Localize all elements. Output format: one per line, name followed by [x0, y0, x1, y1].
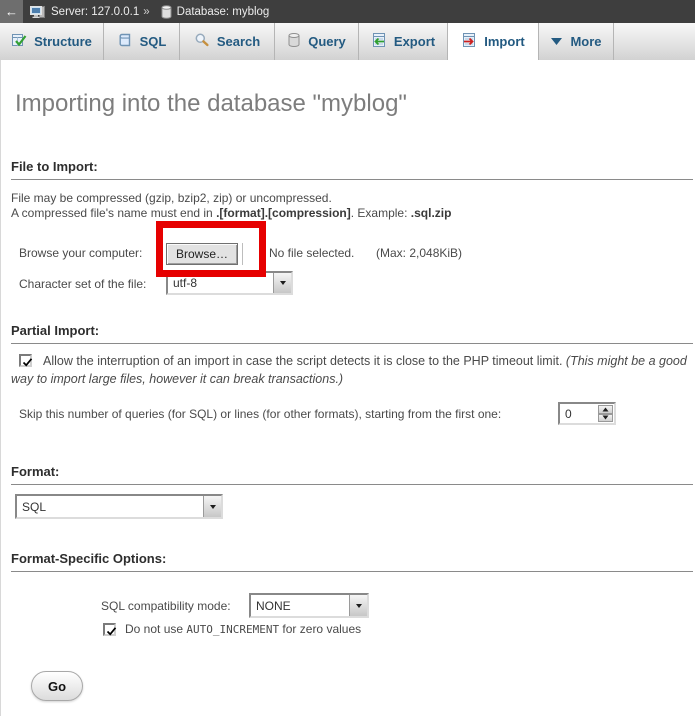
auto-increment-checkbox[interactable] [103, 623, 116, 636]
format-select[interactable]: SQL [15, 494, 223, 519]
sql-compat-selected-value: NONE [256, 599, 291, 613]
charset-select[interactable]: utf-8 [166, 271, 293, 295]
allow-interruption-checkbox[interactable] [19, 354, 32, 367]
import-icon [461, 32, 477, 51]
tab-export[interactable]: Export [359, 23, 448, 60]
breadcrumb-bar: ← Server: 127.0.0.1 » Database: myblog [0, 0, 695, 23]
tab-label: Query [308, 34, 346, 49]
browse-computer-label: Browse your computer: [19, 246, 142, 260]
auto-increment-row: Do not use AUTO_INCREMENT for zero value… [103, 622, 361, 636]
skip-queries-value: 0 [565, 407, 572, 421]
sql-compat-select[interactable]: NONE [249, 593, 369, 618]
tab-bar: Structure SQL Search [0, 23, 695, 60]
tab-structure[interactable]: Structure [0, 23, 104, 60]
tab-label: Search [217, 34, 260, 49]
skip-queries-label: Skip this number of queries (for SQL) or… [19, 407, 501, 421]
compression-info-line1: File may be compressed (gzip, bzip2, zip… [11, 191, 332, 205]
tab-query[interactable]: Query [275, 23, 359, 60]
spinner-up-icon[interactable] [598, 405, 613, 414]
auto-increment-code: AUTO_INCREMENT [186, 623, 279, 636]
phpmyadmin-window: ← Server: 127.0.0.1 » Database: myblog [0, 0, 695, 716]
server-icon [30, 5, 46, 19]
auto-increment-label: Do not use AUTO_INCREMENT for zero value… [125, 622, 361, 636]
browse-button[interactable]: Browse… [166, 243, 238, 265]
file-input-divider [242, 243, 243, 265]
section-heading-partial-import: Partial Import: [11, 323, 693, 344]
breadcrumb-separator: » [143, 6, 149, 18]
database-icon [161, 5, 172, 19]
tab-sql[interactable]: SQL [104, 23, 180, 60]
search-icon [194, 32, 210, 51]
export-icon [371, 32, 387, 51]
tab-more[interactable]: More [539, 23, 614, 60]
structure-icon [11, 32, 27, 51]
chevron-down-icon [550, 34, 563, 49]
tab-label: Structure [34, 34, 92, 49]
tab-label: Export [394, 34, 435, 49]
tab-label: More [570, 34, 601, 49]
tab-label: SQL [140, 34, 167, 49]
charset-label: Character set of the file: [19, 277, 146, 291]
max-upload-size-text: (Max: 2,048KiB) [376, 246, 462, 260]
format-selected-value: SQL [22, 500, 46, 514]
section-heading-file-to-import: File to Import: [11, 159, 693, 180]
sql-compat-label: SQL compatibility mode: [101, 599, 231, 613]
section-heading-format-options: Format-Specific Options: [11, 551, 693, 572]
spinner-down-icon[interactable] [598, 414, 613, 423]
compression-info-line2: A compressed file's name must end in .[f… [11, 206, 451, 220]
back-arrow-icon: ← [5, 4, 18, 19]
format-dropdown-arrow-icon[interactable] [203, 496, 221, 517]
sql-compat-dropdown-arrow-icon[interactable] [349, 595, 367, 616]
allow-interruption-row: Allow the interruption of an import in c… [11, 352, 689, 388]
spinner-buttons [598, 405, 613, 422]
charset-dropdown-arrow-icon[interactable] [273, 273, 291, 293]
tab-import[interactable]: Import [448, 23, 539, 60]
sql-icon [117, 32, 133, 51]
section-heading-format: Format: [11, 464, 693, 485]
page-title: Importing into the database "myblog" [15, 90, 407, 118]
skip-queries-input[interactable]: 0 [558, 402, 616, 425]
go-button[interactable]: Go [31, 671, 83, 701]
tab-label: Import [484, 34, 524, 49]
query-icon [287, 32, 301, 51]
no-file-selected-text: No file selected. [269, 246, 354, 260]
allow-interruption-label: Allow the interruption of an import in c… [43, 354, 566, 368]
tab-search[interactable]: Search [180, 23, 275, 60]
breadcrumb-server[interactable]: Server: 127.0.0.1 [51, 6, 139, 18]
import-page: Importing into the database "myblog" Fil… [0, 60, 695, 716]
charset-selected-value: utf-8 [173, 276, 197, 290]
breadcrumb-database[interactable]: Database: myblog [177, 6, 270, 18]
back-button[interactable]: ← [0, 0, 23, 23]
